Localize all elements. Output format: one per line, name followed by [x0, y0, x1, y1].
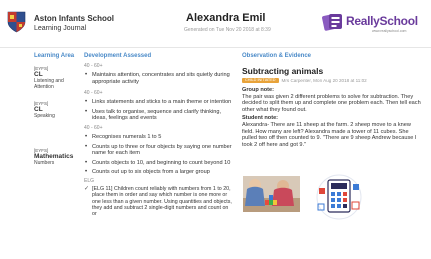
- elg-label: ELG: [84, 177, 95, 184]
- statement-text: Counts objects to 10, and beginning to c…: [92, 159, 231, 166]
- generated-timestamp: Generated on Tue Nov 20 2018 at 8:39: [184, 27, 271, 33]
- reallyschool-logo-text: ReallySchool: [346, 14, 418, 28]
- development-column: 40 - 60+ • Maintains attention, concentra…: [84, 63, 234, 217]
- header: Aston Infants School Learning Journal Al…: [0, 0, 431, 46]
- statement-list: • Recognises numerals 1 to 5 • Counts up t…: [84, 134, 234, 176]
- student-note-text: Alexandra- There are 11 sheep at the far…: [242, 121, 417, 148]
- statement-item: • Counts up to three or four objects by s…: [84, 144, 234, 157]
- bullet-icon: •: [85, 108, 88, 115]
- age-band: 40 - 60+: [84, 90, 103, 97]
- area-code: CL: [34, 106, 43, 113]
- statement-text: Recognises numerals 1 to 5: [92, 133, 162, 140]
- statement-list: • Links statements and sticks to a main t…: [84, 99, 234, 122]
- statement-text: Counts out up to six objects from a larg…: [92, 169, 210, 176]
- statement-item: • Counts out up to six objects from a lar…: [84, 169, 234, 176]
- bullet-icon: •: [85, 143, 88, 150]
- elg-text: [ELG 11] Children count reliably with nu…: [92, 185, 232, 218]
- evidence-photo-image: [243, 176, 300, 212]
- observation-author: Mrs Carpenter, Mon Aug 20 2018 at 11:02: [281, 78, 367, 83]
- bullet-icon: •: [85, 133, 88, 140]
- journal-page: Aston Infants School Learning Journal Al…: [0, 0, 431, 259]
- statement-item: • Counts objects to 10, and beginning to …: [84, 160, 234, 167]
- bullet-icon: •: [85, 72, 88, 78]
- reallyschool-logo-icon: [322, 14, 342, 31]
- learning-area-heading: Learning Area: [34, 53, 75, 59]
- student-name: Alexandra Emil: [186, 12, 266, 24]
- statement-text: Uses talk to organise, sequence and clar…: [92, 108, 222, 122]
- group-note-label: Group note:: [242, 87, 275, 93]
- evidence-photo: [243, 176, 300, 212]
- statement-item: • Uses talk to organise, sequence and cla…: [84, 109, 234, 122]
- observation-meta: CHILD INITIATED Mrs Carpenter, Mon Aug 20…: [242, 78, 422, 85]
- development-heading: Development Assessed: [84, 53, 152, 59]
- age-band: 40 - 60+: [84, 63, 103, 69]
- statement-item: • Maintains attention, concentrates and s…: [84, 72, 234, 85]
- statement-text: Counts up to three or four objects by sa…: [92, 143, 232, 157]
- area-numbers: [EYFS] Mathematics Numbers: [34, 148, 84, 166]
- area-name: Listening and Attention: [34, 78, 64, 90]
- elg-statement: ✓ [ELG 11] Children count reliably with n…: [84, 186, 234, 217]
- statement-item: • Links statements and sticks to a main t…: [84, 99, 234, 106]
- journal-name: Learning Journal: [34, 25, 87, 32]
- area-code: Mathematics: [34, 153, 74, 160]
- area-speaking: [EYFS] CL Speaking: [34, 101, 84, 119]
- group-note-text: The pair was given 2 different problems …: [242, 93, 421, 113]
- reallyschool-url: www.reallyschool.com: [372, 29, 407, 33]
- observation-title: Subtracting animals: [242, 66, 324, 76]
- statement-item: • Recognises numerals 1 to 5: [84, 134, 234, 141]
- calculator-illustration-icon: [316, 174, 362, 220]
- area-name: Speaking: [34, 113, 55, 119]
- bullet-icon: •: [85, 169, 88, 176]
- statement-text: Maintains attention, concentrates and si…: [92, 72, 230, 85]
- school-name: Aston Infants School: [34, 14, 114, 23]
- student-note-label: Student note:: [242, 115, 279, 122]
- child-initiated-badge: CHILD INITIATED: [242, 78, 279, 83]
- check-icon: ✓: [84, 185, 90, 192]
- statement-list: • Maintains attention, concentrates and s…: [84, 72, 234, 85]
- bullet-icon: •: [85, 159, 88, 166]
- observation-heading: Observation & Evidence: [242, 53, 312, 59]
- header-divider: [0, 47, 431, 48]
- observation-column: Subtracting animals CHILD INITIATED Mrs C…: [242, 66, 422, 148]
- area-listening: [EYFS] CL Listening and Attention: [34, 66, 84, 90]
- area-name: Numbers: [34, 160, 55, 166]
- age-band: 40 - 60+: [84, 124, 103, 131]
- bullet-icon: •: [85, 99, 88, 106]
- area-code: CL: [34, 71, 43, 78]
- school-crest-icon: [7, 11, 26, 33]
- statement-text: Links statements and sticks to a main th…: [92, 99, 232, 106]
